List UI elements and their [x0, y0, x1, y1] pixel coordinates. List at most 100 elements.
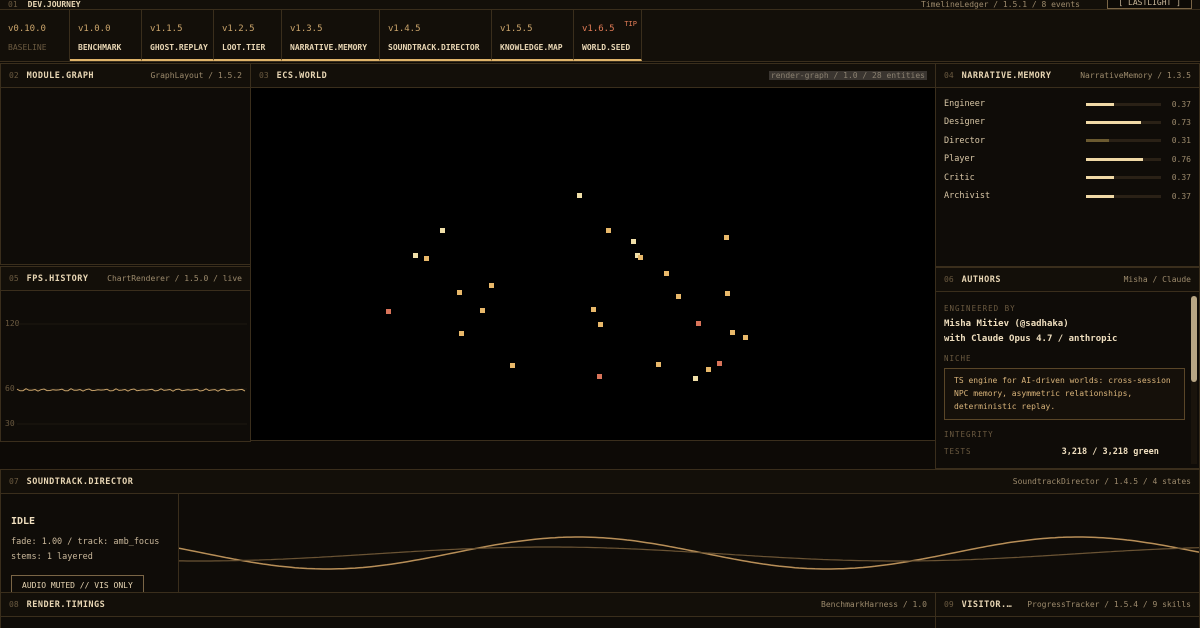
panel-header: 07 SOUNDTRACK.DIRECTOR SoundtrackDirecto… [1, 470, 1199, 494]
entity-marker[interactable] [386, 309, 391, 314]
memory-bar-fill [1086, 194, 1114, 198]
tab-soundtrack-director[interactable]: v1.4.5 SOUNDTRACK.DIRECTOR [380, 10, 492, 61]
fade-track-line: fade: 1.00 / track: amb_focus [11, 537, 160, 547]
authors-scrollbar[interactable] [1191, 296, 1197, 464]
entity-marker[interactable] [459, 331, 464, 336]
entity-marker[interactable] [693, 376, 698, 381]
tab-knowledge-map[interactable]: v1.5.5 KNOWLEDGE.MAP [492, 10, 574, 61]
entity-marker[interactable] [743, 335, 748, 340]
memory-row: Engineer 0.37 [944, 95, 1191, 113]
panel-meta: NarrativeMemory / 1.3.5 [1080, 71, 1191, 80]
author-with: with Claude Opus 4.7 / anthropic [944, 334, 1118, 344]
entity-marker[interactable] [591, 307, 596, 312]
entity-marker[interactable] [457, 290, 462, 295]
entity-marker[interactable] [606, 228, 611, 233]
version-tabs: v0.10.0 BASELINE v1.0.0 BENCHMARK v1.1.5 GH… [0, 10, 1200, 62]
entity-marker[interactable] [676, 294, 681, 299]
memory-value: 0.76 [1171, 154, 1191, 164]
panel-number: 03 [259, 71, 269, 80]
panel-meta: SoundtrackDirector / 1.4.5 / 4 states [1012, 477, 1191, 486]
niche-label: NICHE [944, 354, 972, 363]
fps-chart [16, 323, 247, 425]
waveform-primary [179, 536, 1199, 570]
panel-header: 04 NARRATIVE.MEMORY NarrativeMemory / 1.… [936, 64, 1199, 88]
app-title: DEV.JOURNEY [27, 0, 81, 9]
panel-meta: render-graph / 1.0 / 28 entities [768, 71, 927, 80]
tab-ghost-replay[interactable]: v1.1.5 GHOST.REPLAY [142, 10, 214, 61]
memory-name: Engineer [944, 99, 985, 109]
entity-marker[interactable] [598, 322, 603, 327]
memory-row: Director 0.31 [944, 132, 1191, 150]
waveform-secondary [179, 546, 1199, 562]
entity-marker[interactable] [664, 271, 669, 276]
integrity-label: INTEGRITY [944, 430, 994, 440]
entity-marker[interactable] [638, 255, 643, 260]
tests-label: TESTS [944, 447, 972, 457]
panel-title: ECS.WORLD [276, 70, 328, 81]
entity-marker[interactable] [413, 253, 418, 258]
entity-marker[interactable] [597, 374, 602, 379]
memory-bar [1086, 120, 1161, 124]
panel-title: MODULE.GRAPH [26, 70, 95, 81]
panel-meta: GraphLayout / 1.5.2 [150, 71, 242, 80]
memory-bar-fill [1086, 157, 1143, 161]
visitor-panel: 09 VISITOR.… ProgressTracker / 1.5.4 / 9… [935, 592, 1200, 628]
entity-marker[interactable] [510, 363, 515, 368]
panel-header: 09 VISITOR.… ProgressTracker / 1.5.4 / 9… [936, 593, 1199, 617]
tab-world-seed[interactable]: v1.6.5 WORLD.SEED TIP [574, 10, 642, 61]
entity-marker[interactable] [696, 321, 701, 326]
memory-bar [1086, 176, 1161, 180]
entity-marker[interactable] [440, 228, 445, 233]
memory-row: Archivist 0.37 [944, 187, 1191, 205]
memory-row: Designer 0.73 [944, 113, 1191, 131]
soundtrack-waveform [179, 536, 1199, 570]
memory-name: Player [944, 154, 975, 165]
memory-value: 0.31 [1171, 136, 1191, 146]
memory-bar [1086, 102, 1161, 106]
entity-marker[interactable] [577, 193, 582, 198]
entity-marker[interactable] [706, 367, 711, 372]
memory-row: Critic 0.37 [944, 169, 1191, 187]
entity-marker[interactable] [725, 291, 730, 296]
memory-bar-fill [1086, 176, 1114, 180]
tab-baseline[interactable]: v0.10.0 BASELINE [0, 10, 70, 61]
entity-marker[interactable] [424, 256, 429, 261]
entity-marker[interactable] [717, 361, 722, 366]
panel-title: SOUNDTRACK.DIRECTOR [26, 476, 134, 487]
memory-value: 0.37 [1171, 99, 1191, 109]
entity-marker[interactable] [631, 239, 636, 244]
soundtrack-panel: 07 SOUNDTRACK.DIRECTOR SoundtrackDirecto… [0, 469, 1200, 593]
tab-benchmark[interactable]: v1.0.0 BENCHMARK [70, 10, 142, 61]
panel-title: VISITOR.… [961, 599, 1013, 610]
memory-name: Director [944, 135, 985, 146]
scrollbar-thumb[interactable] [1191, 296, 1197, 382]
authors-panel: 06 AUTHORS Misha / Claude ENGINEERED BY … [935, 267, 1200, 469]
panel-title: RENDER.TIMINGS [26, 599, 106, 610]
memory-bar-fill [1086, 120, 1141, 124]
entity-marker[interactable] [656, 362, 661, 367]
theme-toggle-button[interactable]: [ LASTLIGHT ] [1107, 0, 1192, 9]
entity-marker[interactable] [489, 283, 494, 288]
ecs-world-panel: 03 ECS.WORLD render-graph / 1.0 / 28 ent… [250, 63, 936, 441]
entity-marker[interactable] [730, 330, 735, 335]
panel-header: 08 RENDER.TIMINGS BenchmarkHarness / 1.0 [1, 593, 935, 617]
panel-header: 06 AUTHORS Misha / Claude [936, 268, 1199, 292]
memory-value: 0.37 [1171, 173, 1191, 183]
audio-mute-button[interactable]: AUDIO MUTED // VIS ONLY [11, 575, 144, 592]
memory-row: Player 0.76 [944, 150, 1191, 168]
memory-bar-fill [1086, 139, 1110, 143]
panel-meta: ProgressTracker / 1.5.4 / 9 skills [1027, 600, 1191, 609]
niche-description: TS engine for AI-driven worlds: cross-se… [944, 368, 1185, 421]
entity-marker[interactable] [724, 235, 729, 240]
fps-history-panel: 05 FPS.HISTORY ChartRenderer / 1.5.0 / l… [0, 266, 251, 442]
module-graph-panel: 02 MODULE.GRAPH GraphLayout / 1.5.2 [0, 63, 251, 265]
panel-number: 08 [9, 600, 19, 609]
tab-loot-tier[interactable]: v1.2.5 LOOT.TIER [214, 10, 282, 61]
memory-bar-fill [1086, 102, 1114, 106]
tab-narrative-memory[interactable]: v1.3.5 NARRATIVE.MEMORY [282, 10, 380, 61]
entity-marker[interactable] [480, 308, 485, 313]
panel-meta: Misha / Claude [1123, 275, 1191, 284]
panel-title: NARRATIVE.MEMORY [961, 70, 1052, 81]
ecs-world-canvas[interactable] [251, 88, 936, 441]
memory-bar [1086, 194, 1161, 198]
